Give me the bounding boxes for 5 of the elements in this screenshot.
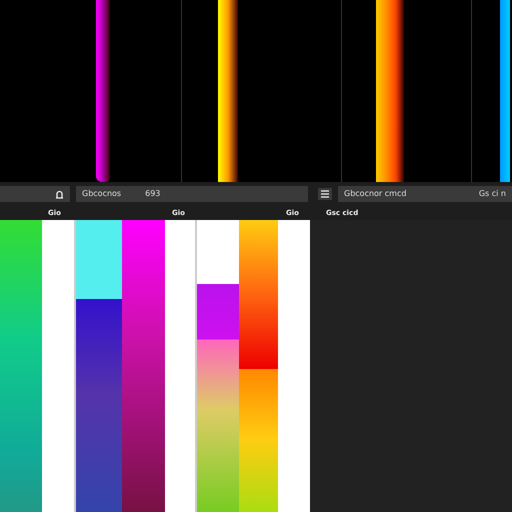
input-field[interactable]: Gbcocnor cmcd Gs ci n bbox=[338, 186, 512, 202]
bell-icon bbox=[55, 190, 64, 198]
icon-button[interactable] bbox=[0, 186, 70, 202]
menu-icon[interactable] bbox=[318, 188, 332, 200]
input-field[interactable]: Gbcocnos 693 bbox=[76, 186, 308, 202]
